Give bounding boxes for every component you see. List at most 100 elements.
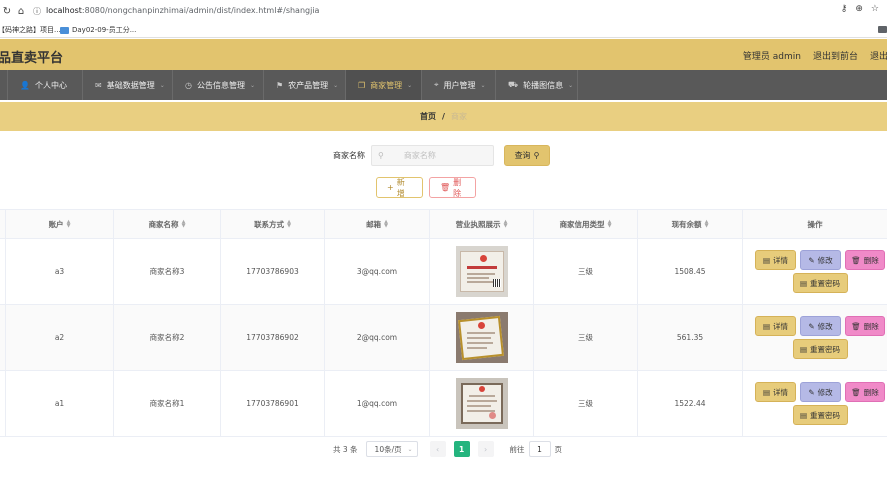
pencil-icon: ✎ [808,321,815,331]
cell-ops: ▤ 详情 ✎ 修改 🗑 删除 ▤ 重置密码 [743,239,887,304]
bookmark-star-icon[interactable]: ☆ [871,4,879,14]
breadcrumb: 首页 / 商家 [0,102,887,131]
cell-balance: 561.35 [638,305,743,370]
cell-account: a1 [6,371,114,436]
sort-icon[interactable]: ▲ ▼ [182,220,186,229]
site-info-icon[interactable]: ⓘ [30,4,44,18]
license-emblem [478,386,485,392]
trash-icon: 🗑 [440,183,451,192]
chevron-down-icon: ⌄ [249,81,256,89]
reset-password-button[interactable]: ▤ 重置密码 [792,273,848,293]
search-label: 商家名称 [333,151,365,160]
cell-phone: 17703786902 [221,305,325,370]
license-text-line [466,281,493,283]
sort-icon[interactable]: ▲ ▼ [67,220,71,229]
bookmark-item[interactable]: Day02-09-员工分... [60,25,136,35]
table-row[interactable]: a2 商家名称2 17703786902 2@qq.com 三级 561.35 … [0,305,887,371]
bookmark-item[interactable]: 【码神之路】项目... [0,25,61,35]
column-header-email[interactable]: 邮箱 ▲ ▼ [325,210,430,238]
location-icon: ⌖ [434,80,439,89]
cell-ops: ▤ 详情 ✎ 修改 🗑 删除 ▤ 重置密码 [743,305,887,370]
license-text-line [466,347,487,349]
nav-item-personal-center[interactable]: 👤 个人中心 [8,70,83,100]
zoom-icon[interactable]: ⊕ [855,4,863,14]
goto-page-input[interactable]: 1 [528,441,551,457]
breadcrumb-home[interactable]: 首页 [420,111,436,122]
sort-icon[interactable]: ▲ ▼ [608,220,612,229]
nav-item-carousel[interactable]: ⛟ 轮播图信息 ⌄ [496,70,578,100]
cell-license [430,305,534,370]
search-box[interactable]: ⚲ [371,145,494,166]
chevron-down-icon: ⌄ [568,81,574,89]
detail-button[interactable]: ▤ 详情 [755,316,796,336]
next-page-button[interactable]: › [477,441,494,457]
column-header-license[interactable]: 营业执照展示 ▲ ▼ [430,210,534,238]
cart-icon: ⛟ [508,80,519,89]
url-host: localhost [46,6,82,15]
license-seal [488,412,496,419]
nav-item-merchants[interactable]: ❐ 商家管理 ⌄ [346,70,422,100]
cell-ops: ▤ 详情 ✎ 修改 🗑 删除 ▤ 重置密码 [743,371,887,436]
add-button[interactable]: + 新增 [376,177,423,198]
nav-item-notice[interactable]: ◷ 公告信息管理 ⌄ [173,70,264,100]
nav-item-products[interactable]: ⚑ 农产品管理 ⌄ [264,70,346,100]
document-icon: ▤ [799,410,808,420]
prev-page-button[interactable]: ‹ [429,441,446,457]
column-header-name[interactable]: 商家名称 ▲ ▼ [114,210,221,238]
page-size-select[interactable]: 10条/页 ⌄ [365,441,418,457]
sort-icon[interactable]: ▲ ▼ [287,220,291,229]
reset-password-button[interactable]: ▤ 重置密码 [792,339,848,359]
batch-delete-button[interactable]: 🗑 删除 [429,177,476,198]
password-key-icon[interactable]: ⚷ [841,4,848,14]
trash-icon: 🗑 [851,321,861,331]
sort-icon[interactable]: ▲ ▼ [705,220,709,229]
chevron-down-icon: ⌄ [333,81,339,89]
edit-button[interactable]: ✎ 修改 [800,382,841,402]
trash-icon: 🗑 [851,255,861,265]
column-header-credit[interactable]: 商家信用类型 ▲ ▼ [534,210,638,238]
column-header-account[interactable]: 账户 ▲ ▼ [6,210,114,238]
nav-item-users[interactable]: ⌖ 用户管理 ⌄ [422,70,496,100]
license-qr [492,279,501,287]
cell-email: 2@qq.com [325,305,430,370]
back-to-front-link[interactable]: 退出到前台 [813,49,858,62]
detail-button[interactable]: ▤ 详情 [755,250,796,270]
sort-icon[interactable]: ▲ ▼ [504,220,508,229]
detail-button[interactable]: ▤ 详情 [755,382,796,402]
goto-page: 前往 1 页 [510,441,562,457]
document-icon: ▤ [799,344,808,354]
page-number-current[interactable]: 1 [453,441,470,457]
license-image[interactable] [455,312,508,363]
delete-button[interactable]: 🗑 删除 [845,316,885,336]
folder-icon[interactable] [878,26,887,33]
copy-icon: ❐ [358,80,366,90]
license-image[interactable] [455,246,508,297]
reload-icon[interactable]: ↻ [0,4,14,18]
table-row[interactable]: a1 商家名称1 17703786901 1@qq.com 三级 1522.44… [0,371,887,437]
edit-button[interactable]: ✎ 修改 [800,250,841,270]
search-form: 商家名称 ⚲ 查询 ⚲ [333,145,550,166]
cell-account: a3 [6,239,114,304]
edit-button[interactable]: ✎ 修改 [800,316,841,336]
delete-button[interactable]: 🗑 删除 [845,250,885,270]
sort-icon[interactable]: ▲ ▼ [384,220,388,229]
search-button[interactable]: 查询 ⚲ [504,145,550,166]
license-image[interactable] [455,378,508,429]
logout-link[interactable]: 退出登 [870,49,887,62]
nav-item-basic-data[interactable]: ✉ 基础数据管理 ⌄ [83,70,173,100]
column-header-balance[interactable]: 现有余额 ▲ ▼ [638,210,743,238]
delete-button[interactable]: 🗑 删除 [845,382,885,402]
address-bar[interactable]: localhost:8080/nongchanpinzhimai/admin/d… [46,6,319,15]
column-header-phone[interactable]: 联系方式 ▲ ▼ [221,210,325,238]
flag-icon: ⚑ [276,80,284,90]
license-title-line [466,266,497,269]
breadcrumb-current: 商家 [450,112,467,121]
table-row[interactable]: a3 商家名称3 17703786903 3@qq.com 三级 1508.45… [0,239,887,305]
cell-name: 商家名称3 [114,239,221,304]
user-icon: 👤 [20,80,30,90]
home-icon[interactable]: ⌂ [14,4,28,18]
search-input[interactable] [403,151,484,160]
license-text-line [466,400,497,402]
cell-email: 1@qq.com [325,371,430,436]
reset-password-button[interactable]: ▤ 重置密码 [792,405,848,425]
